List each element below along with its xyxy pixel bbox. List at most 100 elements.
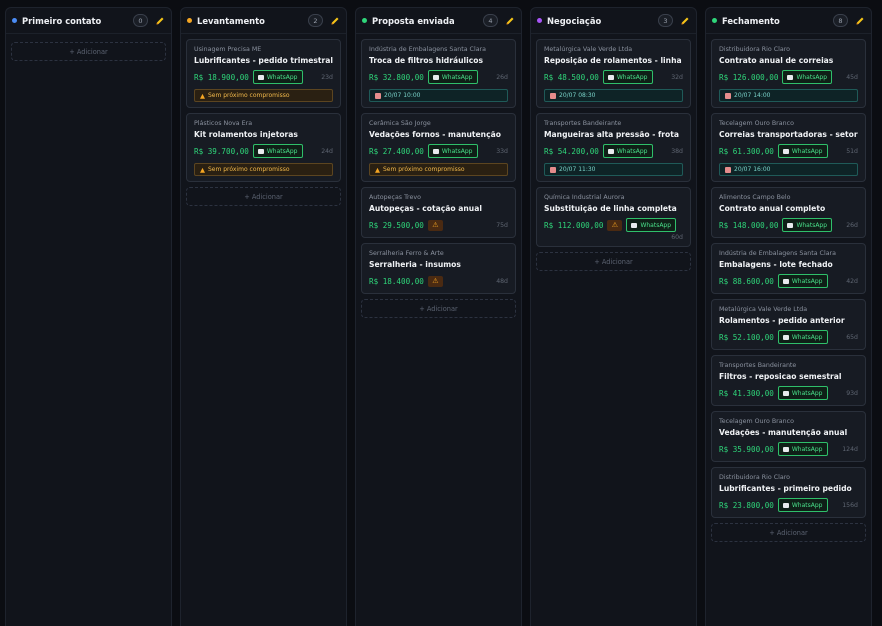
- whatsapp-button[interactable]: WhatsApp: [427, 70, 478, 84]
- deal-card[interactable]: Indústria de Embalagens Santa Clara Troca…: [361, 39, 516, 108]
- whatsapp-button[interactable]: WhatsApp: [777, 442, 828, 456]
- deal-title: Mangueiras alta pressão - frota: [544, 130, 680, 139]
- column-count-badge: 4: [483, 14, 498, 27]
- deal-company: Plásticos Nova Era: [194, 120, 253, 127]
- deal-card[interactable]: Alimentos Campo Belo Contrato anual compl…: [711, 187, 866, 238]
- column-header: Negociação 3: [531, 8, 696, 34]
- add-card-button[interactable]: + Adicionar: [361, 299, 516, 318]
- calendar-icon: [725, 92, 731, 99]
- column-title: Negociação: [547, 15, 602, 26]
- deal-card[interactable]: Tecelagem Ouro Branco Correias transporta…: [711, 113, 866, 182]
- deal-card[interactable]: Transportes Bandeirante Mangueiras alta p…: [536, 113, 691, 182]
- card-list: Metalúrgica Vale Verde Ltda Reposição de …: [531, 34, 696, 271]
- add-card-button[interactable]: + Adicionar: [11, 42, 166, 61]
- whatsapp-button[interactable]: WhatsApp: [782, 218, 833, 232]
- deal-age: 156d: [842, 501, 858, 509]
- deal-age: 51d: [846, 147, 858, 155]
- deal-value: R$ 48.500,00: [544, 72, 599, 82]
- whatsapp-button[interactable]: WhatsApp: [777, 144, 828, 158]
- stage-dot: [712, 18, 717, 23]
- deal-card[interactable]: Serralheria Ferro & Arte Serralheria - in…: [361, 243, 516, 294]
- deal-card[interactable]: Metalúrgica Vale Verde Ltda Rolamentos - …: [711, 299, 866, 350]
- add-card-button[interactable]: + Adicionar: [186, 187, 341, 206]
- deal-title: Rolamentos - pedido anterior: [719, 316, 845, 325]
- next-appointment-badge: 20/07 08:30: [544, 89, 683, 102]
- whatsapp-button[interactable]: WhatsApp: [602, 70, 653, 84]
- stage-dot: [537, 18, 542, 23]
- whatsapp-button[interactable]: WhatsApp: [427, 144, 478, 158]
- deal-card[interactable]: Cerâmica São Jorge Vedações fornos - manu…: [361, 113, 516, 182]
- whatsapp-button[interactable]: WhatsApp: [777, 386, 828, 400]
- deal-title: Substituição de linha completa: [544, 204, 677, 213]
- deal-card[interactable]: Transportes Bandeirante Filtros - reposic…: [711, 355, 866, 406]
- deal-age: 75d: [496, 221, 508, 229]
- whatsapp-button[interactable]: WhatsApp: [777, 274, 828, 288]
- deal-company: Usinagem Precisa ME: [194, 46, 262, 53]
- whatsapp-button[interactable]: WhatsApp: [777, 498, 828, 512]
- deal-info-row: R$ 18.400,00 ⚠ 48d: [369, 274, 508, 288]
- deal-card[interactable]: Química Industrial Aurora Substituição de…: [536, 187, 691, 247]
- pencil-icon[interactable]: [504, 15, 515, 26]
- deal-age: 93d: [846, 389, 858, 397]
- chat-icon: [782, 446, 789, 452]
- deal-title: Troca de filtros hidráulicos: [369, 56, 483, 65]
- deal-card[interactable]: Usinagem Precisa ME Lubrificantes - pedid…: [186, 39, 341, 108]
- column-count-badge: 2: [308, 14, 323, 27]
- column-header: Proposta enviada 4: [356, 8, 521, 34]
- deal-card[interactable]: Autopeças Trevo Autopeças - cotação anual…: [361, 187, 516, 238]
- chat-icon: [257, 74, 264, 80]
- pipeline-column: Fechamento 8 Distribuidora Rio Claro Contra…: [705, 7, 872, 626]
- deal-age: 26d: [846, 221, 858, 229]
- deal-value: R$ 35.900,00: [719, 444, 774, 454]
- add-card-button[interactable]: + Adicionar: [536, 252, 691, 271]
- deal-info-row: R$ 112.000,00 ⚠ WhatsApp: [544, 218, 683, 232]
- deal-card[interactable]: Metalúrgica Vale Verde Ltda Reposição de …: [536, 39, 691, 108]
- deal-card[interactable]: Distribuidora Rio Claro Contrato anual de…: [711, 39, 866, 108]
- deal-info-row: R$ 32.800,00 WhatsApp 26d: [369, 70, 508, 84]
- deal-card[interactable]: Plásticos Nova Era Kit rolamentos injetor…: [186, 113, 341, 182]
- whatsapp-label: WhatsApp: [616, 73, 648, 81]
- whatsapp-button[interactable]: WhatsApp: [782, 70, 833, 84]
- warning-icon: ▲: [200, 165, 205, 174]
- deal-card[interactable]: Distribuidora Rio Claro Lubrificantes - p…: [711, 467, 866, 518]
- whatsapp-button[interactable]: WhatsApp: [626, 218, 677, 232]
- chat-icon: [782, 334, 789, 340]
- whatsapp-label: WhatsApp: [796, 73, 828, 81]
- whatsapp-button[interactable]: WhatsApp: [602, 144, 653, 158]
- card-list: Distribuidora Rio Claro Contrato anual de…: [706, 34, 871, 542]
- deal-value: R$ 18.900,00: [194, 72, 249, 82]
- deal-value: R$ 41.300,00: [719, 388, 774, 398]
- appointment-datetime: 20/07 16:00: [734, 166, 771, 173]
- column-header: Primeiro contato 0: [6, 8, 171, 34]
- chat-icon: [782, 390, 789, 396]
- deal-card[interactable]: Tecelagem Ouro Branco Vedações - manutenç…: [711, 411, 866, 462]
- pencil-icon[interactable]: [854, 15, 865, 26]
- deal-title: Lubrificantes - pedido trimestral: [194, 56, 333, 65]
- whatsapp-label: WhatsApp: [616, 147, 648, 155]
- chat-icon: [607, 74, 614, 80]
- deal-age: 26d: [496, 73, 508, 81]
- appointment-datetime: 20/07 11:30: [559, 166, 596, 173]
- no-appointment-label: Sem próximo compromisso: [383, 166, 465, 173]
- deal-age: 65d: [846, 333, 858, 341]
- whatsapp-button[interactable]: WhatsApp: [777, 330, 828, 344]
- deal-company: Serralheria Ferro & Arte: [369, 250, 444, 257]
- pencil-icon[interactable]: [329, 15, 340, 26]
- whatsapp-button[interactable]: WhatsApp: [252, 70, 303, 84]
- deal-company: Distribuidora Rio Claro: [719, 474, 791, 481]
- whatsapp-button[interactable]: WhatsApp: [252, 144, 303, 158]
- whatsapp-label: WhatsApp: [441, 73, 473, 81]
- chat-icon: [432, 148, 439, 154]
- deal-age: 33d: [496, 147, 508, 155]
- deal-card[interactable]: Indústria de Embalagens Santa Clara Embal…: [711, 243, 866, 294]
- deal-title: Autopeças - cotação anual: [369, 204, 482, 213]
- deal-value: R$ 27.400,00: [369, 146, 424, 156]
- add-card-button[interactable]: + Adicionar: [711, 523, 866, 542]
- column-title: Levantamento: [197, 15, 265, 26]
- pencil-icon[interactable]: [679, 15, 690, 26]
- stage-dot: [12, 18, 17, 23]
- deal-company: Indústria de Embalagens Santa Clara: [369, 46, 487, 53]
- pencil-icon[interactable]: [154, 15, 165, 26]
- whatsapp-label: WhatsApp: [796, 221, 828, 229]
- deal-info-row: R$ 61.300,00 WhatsApp 51d: [719, 144, 858, 158]
